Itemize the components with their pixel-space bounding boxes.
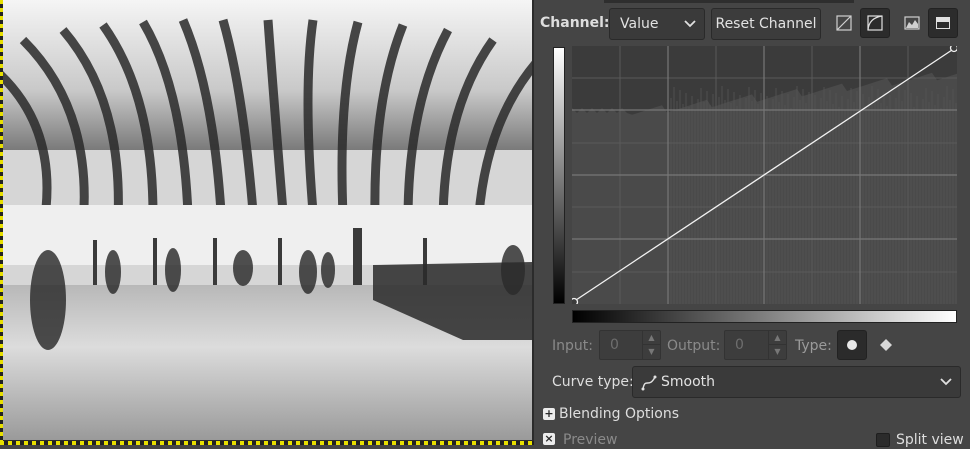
input-label: Input: (552, 338, 593, 354)
histogram-view-button[interactable] (898, 9, 926, 37)
split-view-label[interactable]: Split view (896, 431, 964, 449)
decrement-icon[interactable]: ▼ (643, 345, 660, 358)
smooth-curve-icon (641, 375, 657, 391)
decrement-icon[interactable]: ▼ (769, 345, 786, 358)
input-gradient-bar (572, 310, 957, 323)
histogram-filled-icon (936, 17, 950, 29)
curve-type-select[interactable]: Smooth (632, 366, 961, 398)
linear-histogram-button[interactable] (830, 9, 858, 37)
smooth-point-button[interactable] (837, 330, 867, 360)
blending-options-toggle[interactable]: Blending Options (559, 405, 679, 423)
input-spinner[interactable]: 0 ▲ ▼ (599, 330, 661, 360)
linear-scale-icon (836, 15, 852, 31)
close-icon[interactable]: × (543, 433, 555, 445)
histogram-icon (904, 16, 920, 30)
channel-value: Value (620, 16, 659, 32)
output-spinner[interactable]: 0 ▲ ▼ (724, 330, 787, 360)
output-gradient-bar (553, 47, 565, 304)
chevron-down-icon (940, 378, 952, 386)
channel-select[interactable]: Value (609, 8, 705, 40)
type-label: Type: (795, 338, 832, 354)
log-histogram-button[interactable] (860, 8, 890, 38)
diamond-point-icon (880, 339, 892, 351)
output-value: 0 (735, 337, 744, 353)
circle-point-icon (847, 340, 857, 350)
selection-border-bottom (0, 441, 534, 445)
preview-checkbox-label[interactable]: Preview (563, 431, 618, 449)
curve-type-value: Smooth (661, 374, 716, 390)
curve-point-end (949, 43, 959, 53)
increment-icon[interactable]: ▲ (643, 331, 660, 345)
channel-label: Channel: (540, 15, 610, 31)
histogram-filled-button[interactable] (928, 8, 958, 38)
corner-point-button[interactable] (871, 330, 901, 360)
curve-point-start (569, 297, 579, 307)
output-label: Output: (667, 338, 721, 354)
log-scale-icon (867, 15, 883, 31)
image-canvas[interactable] (0, 0, 534, 445)
panel-top-edge (604, 0, 854, 3)
curve-plot (569, 43, 959, 307)
reset-channel-button[interactable]: Reset Channel (711, 8, 821, 40)
selection-border-left (0, 0, 3, 445)
increment-icon[interactable]: ▲ (769, 331, 786, 345)
curve-type-label: Curve type: (552, 374, 634, 390)
plus-icon[interactable]: + (543, 408, 555, 420)
curve-graph[interactable] (569, 43, 959, 307)
curves-panel: Channel: Value Reset Channel Input: 0 ▲ … (534, 0, 970, 448)
photo-preview (3, 0, 532, 440)
chevron-down-icon (684, 20, 696, 28)
input-value: 0 (610, 337, 619, 353)
